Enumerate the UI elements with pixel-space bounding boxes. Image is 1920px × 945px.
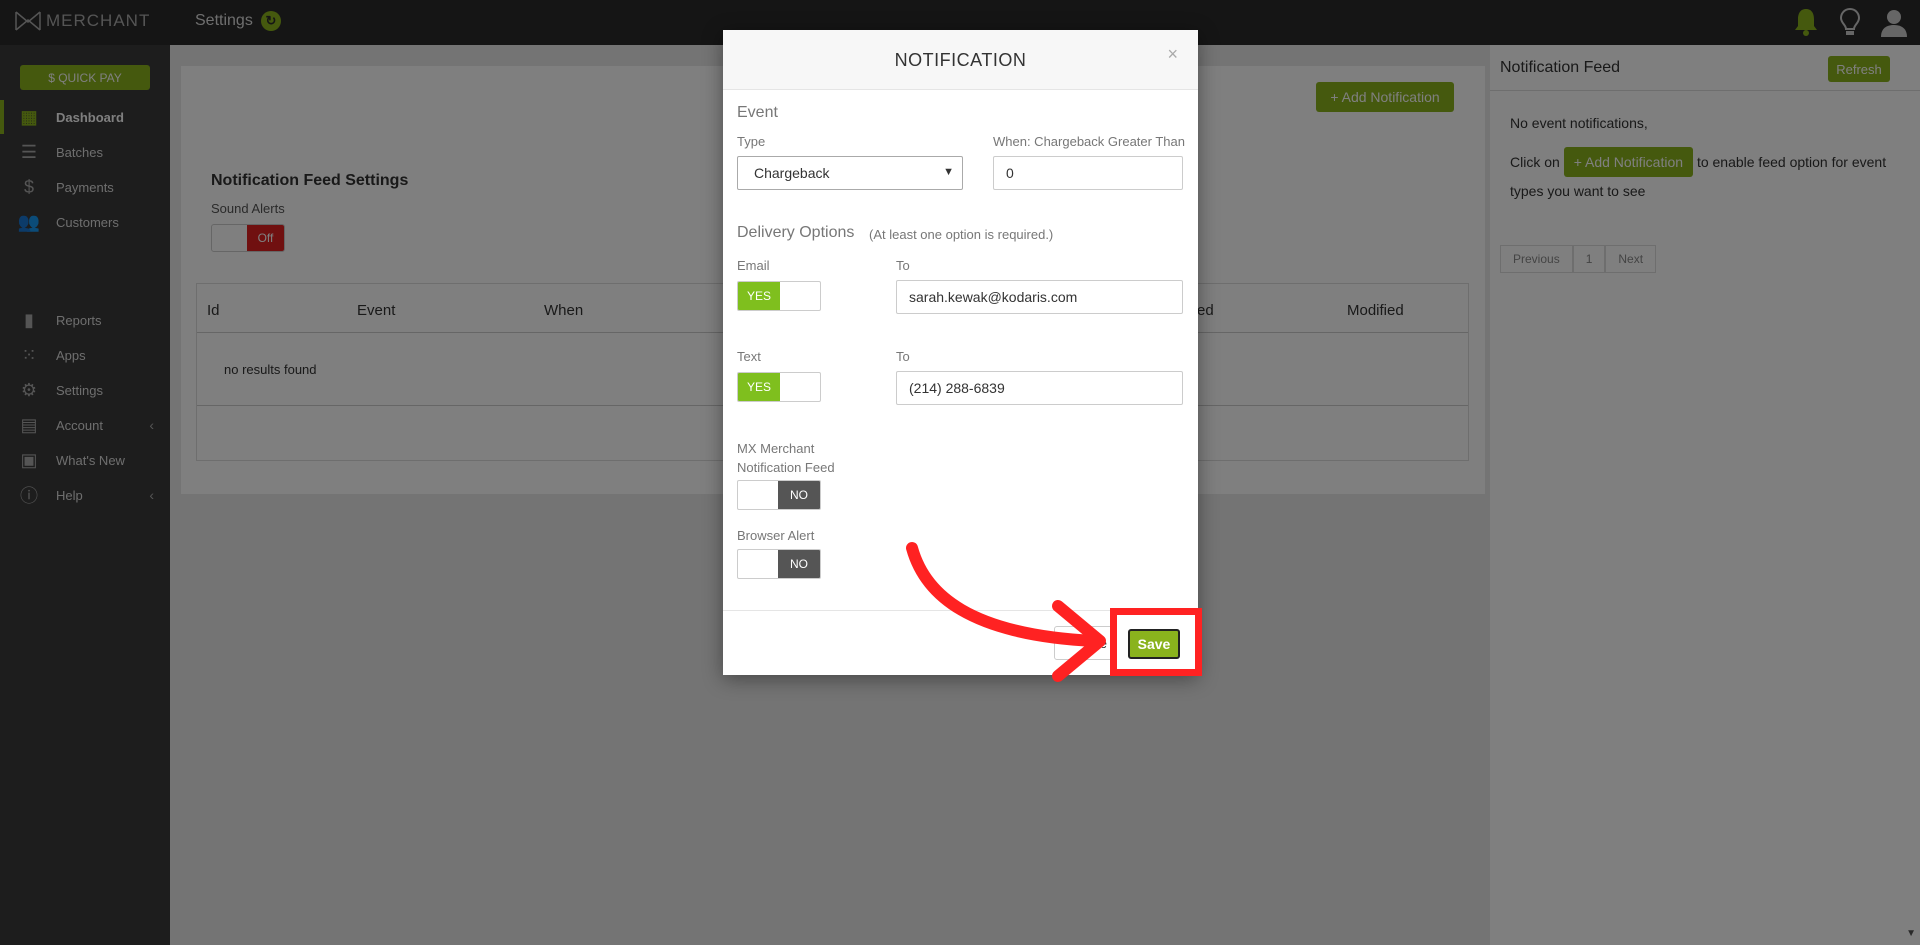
event-section-title: Event xyxy=(737,104,778,121)
mx-feed-label-line2: Notification Feed xyxy=(737,460,835,475)
browser-alert-toggle[interactable]: NO xyxy=(737,549,821,579)
toggle-no-state: NO xyxy=(778,550,820,578)
phone-value: (214) 288-6839 xyxy=(909,380,1005,396)
phone-field[interactable]: (214) 288-6839 xyxy=(896,371,1183,405)
mx-feed-label-line1: MX Merchant xyxy=(737,441,815,456)
email-to-label: To xyxy=(896,258,910,273)
delivery-options-title: Delivery Options xyxy=(737,224,855,241)
delivery-options-hint: (At least one option is required.) xyxy=(869,227,1054,242)
modal-header: NOTIFICATION × xyxy=(723,30,1198,90)
toggle-yes-state: YES xyxy=(738,282,780,310)
chargeback-threshold-input[interactable]: 0 xyxy=(993,156,1183,190)
mx-feed-toggle[interactable]: NO xyxy=(737,480,821,510)
text-to-label: To xyxy=(896,349,910,364)
email-value: sarah.kewak@kodaris.com xyxy=(909,289,1078,305)
browser-alert-label: Browser Alert xyxy=(737,528,815,543)
close-icon[interactable]: × xyxy=(1167,44,1178,65)
event-type-select[interactable]: Chargeback ▼ xyxy=(737,156,963,190)
email-field[interactable]: sarah.kewak@kodaris.com xyxy=(896,280,1183,314)
annotation-highlight-box xyxy=(1110,608,1202,676)
email-label: Email xyxy=(737,258,770,273)
threshold-value: 0 xyxy=(1006,165,1014,181)
when-label: When: Chargeback Greater Than xyxy=(993,134,1185,149)
annotation-arrow-icon xyxy=(906,542,1106,682)
toggle-yes-state: YES xyxy=(738,373,780,401)
type-label: Type xyxy=(737,134,766,149)
event-type-value: Chargeback xyxy=(754,165,830,181)
modal-title: NOTIFICATION xyxy=(894,50,1027,70)
chevron-down-icon: ▼ xyxy=(943,166,954,178)
text-label: Text xyxy=(737,349,761,364)
email-toggle[interactable]: YES xyxy=(737,281,821,311)
text-toggle[interactable]: YES xyxy=(737,372,821,402)
toggle-no-state: NO xyxy=(778,481,820,509)
